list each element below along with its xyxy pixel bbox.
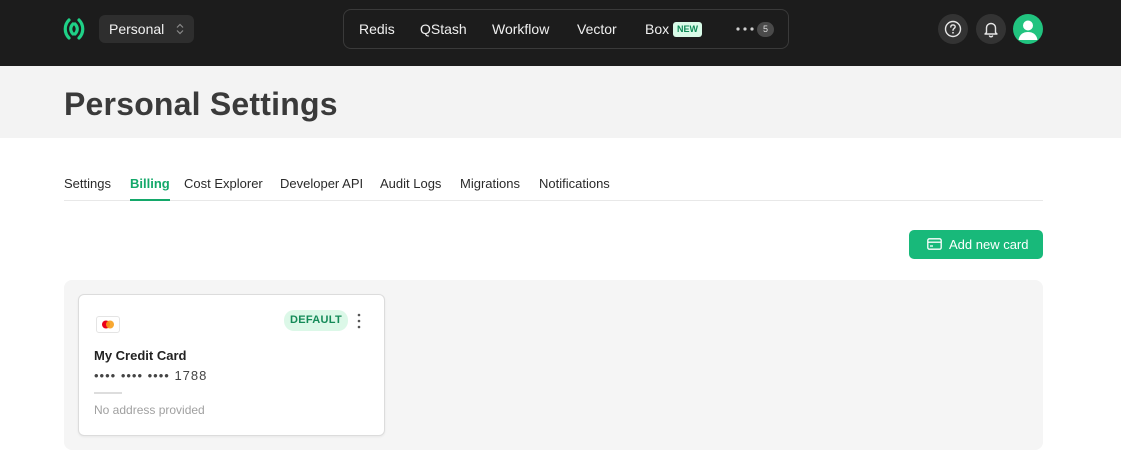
nav-item-box[interactable]: Box [645, 10, 669, 48]
add-new-card-button[interactable]: Add new card [909, 230, 1043, 259]
page-header: Personal Settings [0, 66, 1121, 138]
page-title: Personal Settings [64, 86, 338, 122]
notifications-button[interactable] [976, 14, 1006, 44]
tab-notifications[interactable]: Notifications [539, 176, 610, 201]
default-badge: DEFAULT [284, 310, 349, 331]
tab-developer-api[interactable]: Developer API [280, 176, 363, 201]
user-icon [1018, 20, 1038, 40]
tab-audit-logs[interactable]: Audit Logs [380, 176, 441, 201]
nav-item-workflow[interactable]: Workflow [492, 10, 549, 48]
chevron-updown-icon [176, 23, 184, 35]
tab-settings[interactable]: Settings [64, 176, 111, 201]
help-button[interactable] [938, 14, 968, 44]
payment-methods-area: DEFAULT My Credit Card •••• •••• •••• 17… [64, 280, 1043, 450]
more-vertical-icon[interactable] [357, 313, 361, 329]
more-dots-icon[interactable] [736, 27, 754, 31]
card-divider [94, 392, 122, 394]
nav-item-vector[interactable]: Vector [577, 10, 617, 48]
tab-cost-explorer[interactable]: Cost Explorer [184, 176, 263, 201]
add-new-card-label: Add new card [949, 237, 1029, 252]
card-name: My Credit Card [94, 348, 187, 363]
card-number: •••• •••• •••• 1788 [94, 368, 208, 383]
card-address: No address provided [94, 403, 205, 417]
workspace-select-label: Personal [109, 21, 165, 37]
tab-migrations[interactable]: Migrations [460, 176, 520, 201]
top-navbar: Personal Redis QStash Workflow Vector Bo… [0, 0, 1121, 66]
avatar[interactable] [1013, 14, 1043, 44]
nav-item-redis[interactable]: Redis [359, 10, 395, 48]
new-badge: NEW [673, 22, 702, 37]
upstash-logo-icon[interactable] [63, 14, 85, 44]
tab-billing[interactable]: Billing [130, 176, 170, 201]
settings-tabs: Settings Billing Cost Explorer Developer… [64, 168, 1043, 201]
nav-item-qstash[interactable]: QStash [420, 10, 467, 48]
help-icon [944, 20, 962, 38]
credit-card-item[interactable]: DEFAULT My Credit Card •••• •••• •••• 17… [78, 294, 385, 436]
mastercard-icon [96, 316, 120, 333]
workspace-select[interactable]: Personal [99, 15, 194, 43]
product-nav: Redis QStash Workflow Vector Box NEW 5 [343, 9, 789, 49]
credit-card-icon [927, 238, 942, 250]
bell-icon [984, 22, 998, 38]
more-count-badge: 5 [757, 22, 774, 37]
